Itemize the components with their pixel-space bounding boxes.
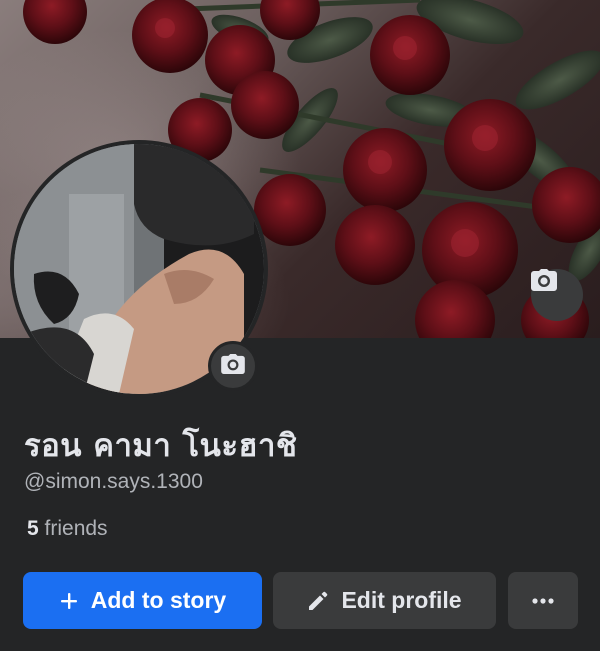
edit-profile-label: Edit profile	[341, 587, 462, 613]
more-horizontal-icon	[532, 597, 554, 604]
add-to-story-label: Add to story	[90, 587, 227, 613]
more-options-button[interactable]	[508, 572, 578, 629]
avatar-camera-button[interactable]	[208, 341, 258, 391]
pencil-icon	[307, 590, 329, 612]
profile-name: รอน คามา โนะฮาชิ	[24, 428, 298, 464]
friends-count: 5	[27, 517, 39, 540]
camera-icon	[221, 354, 245, 378]
edit-profile-button[interactable]: Edit profile	[273, 572, 496, 629]
profile-page: รอน คามา โนะฮาชิ @simon.says.1300 5 frie…	[0, 0, 600, 651]
plus-icon	[59, 591, 79, 611]
friends-count-link[interactable]: 5 friends	[27, 517, 108, 541]
add-to-story-button[interactable]: Add to story	[23, 572, 262, 629]
friends-label: friends	[44, 517, 108, 540]
username: @simon.says.1300	[24, 470, 203, 493]
cover-camera-button[interactable]	[531, 269, 583, 321]
